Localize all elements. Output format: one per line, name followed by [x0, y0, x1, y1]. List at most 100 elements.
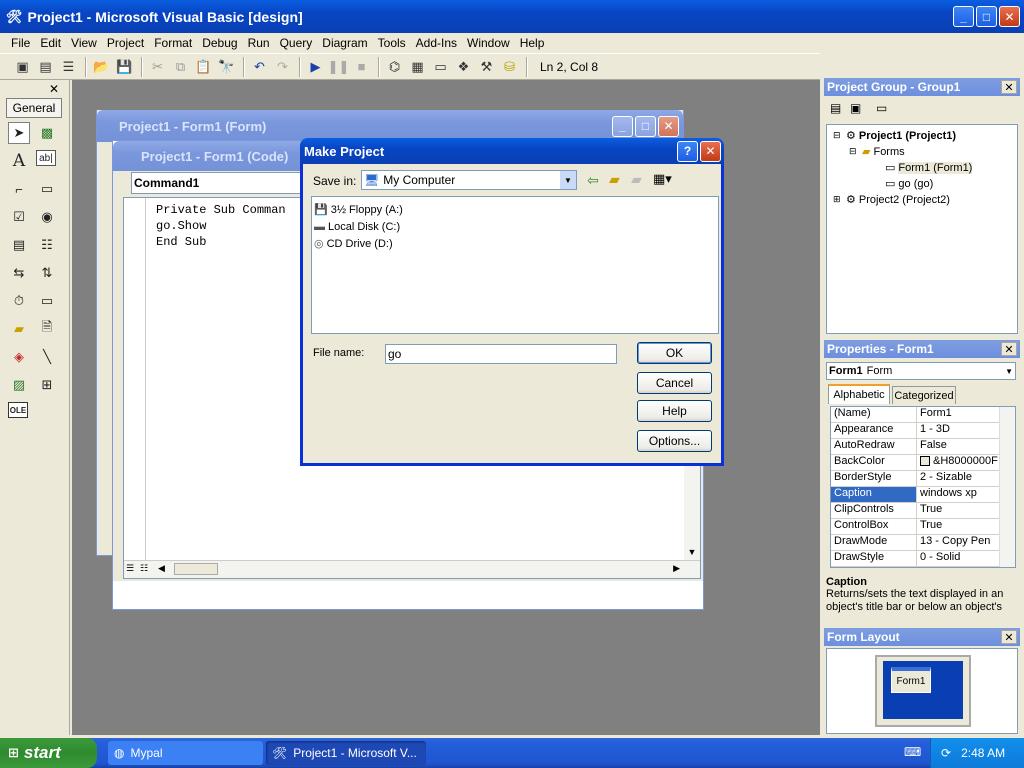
property-grid[interactable]: (Name) Form1 Appearance 1 - 3D AutoRedraw F…	[830, 406, 1016, 568]
image-icon[interactable]: ▨	[8, 374, 30, 396]
form-maximize-button[interactable]: □	[635, 115, 656, 137]
dialog-help-button[interactable]: ?	[677, 140, 698, 162]
property-row[interactable]: (Name) Form1	[831, 407, 1015, 423]
line-icon[interactable]: ╲	[36, 346, 58, 368]
property-row[interactable]: DrawMode 13 - Copy Pen	[831, 535, 1015, 551]
view-code-icon[interactable]: ▤	[830, 101, 850, 115]
form-layout-close-icon[interactable]: ✕	[1001, 630, 1017, 644]
tree-item-go[interactable]: ▭ go (go)	[885, 177, 933, 191]
collapse-icon[interactable]: ⊟	[849, 146, 859, 157]
file-list[interactable]: 💾 3½ Floppy (A:) ▬ Local Disk (C:) ◎ CD …	[311, 196, 719, 334]
toggle-folders-icon[interactable]: ▭	[876, 101, 896, 115]
network-icon[interactable]: ⟳	[941, 746, 951, 760]
options-button[interactable]: Options...	[637, 430, 712, 452]
toolbox-close-icon[interactable]: ✕	[47, 82, 61, 96]
end-icon[interactable]: ■	[351, 56, 372, 77]
project-explorer-icon[interactable]: ⌬	[384, 56, 405, 77]
data-icon[interactable]: ⊞	[36, 374, 58, 396]
property-row[interactable]: AutoRedraw False	[831, 439, 1015, 455]
object-dropdown[interactable]: Command1	[131, 172, 311, 194]
start-icon[interactable]: ▶	[305, 56, 326, 77]
shape-icon[interactable]: ◈	[8, 346, 30, 368]
menu-run[interactable]: Run	[243, 36, 275, 50]
combobox-icon[interactable]: ▤	[8, 234, 30, 256]
file-name-input[interactable]: go	[385, 344, 617, 364]
picturebox-icon[interactable]: ▩	[36, 122, 58, 144]
clock[interactable]: 2:48 AM	[961, 746, 1005, 760]
expand-icon[interactable]: ⊞	[833, 194, 843, 205]
back-icon[interactable]: ⇦	[587, 172, 599, 189]
main-title-bar[interactable]: 🛠 Project1 - Microsoft Visual Basic [des…	[0, 0, 1024, 33]
view-menu-icon[interactable]: ▦▾	[653, 171, 672, 187]
form-minimize-button[interactable]: _	[612, 115, 633, 137]
keyboard-icon[interactable]: ⌨	[904, 745, 921, 759]
scroll-left-arrow[interactable]: ◀	[158, 563, 165, 574]
properties-window-icon[interactable]: ▦	[407, 56, 428, 77]
menu-window[interactable]: Window	[462, 36, 515, 50]
form-close-button[interactable]: ✕	[658, 115, 679, 137]
scroll-down-arrow[interactable]: ▼	[684, 544, 700, 560]
menu-edit[interactable]: Edit	[35, 36, 66, 50]
tree-item-project1[interactable]: ⊟ ⚙ Project1 (Project1)	[833, 129, 956, 143]
pointer-icon[interactable]: ➤	[8, 122, 30, 144]
ok-button[interactable]: OK	[637, 342, 712, 364]
up-folder-icon[interactable]: ▰	[609, 171, 620, 188]
textbox-icon[interactable]: ab|	[36, 150, 56, 166]
add-project-icon[interactable]: ▣	[12, 56, 33, 77]
taskbar-item-mypal[interactable]: ◍ Mypal	[108, 741, 263, 765]
list-item[interactable]: 💾 3½ Floppy (A:)	[314, 201, 716, 218]
view-object-icon[interactable]: ▣	[850, 101, 870, 115]
hscrollbar-icon[interactable]: ⇆	[8, 262, 30, 284]
help-button[interactable]: Help	[637, 400, 712, 422]
ole-icon[interactable]: OLE	[8, 402, 28, 418]
label-icon[interactable]: A	[8, 150, 30, 172]
object-selector[interactable]: Form1 Form ▼	[826, 362, 1016, 380]
property-row[interactable]: ControlBox True	[831, 519, 1015, 535]
tree-item-project2[interactable]: ⊞ ⚙ Project2 (Project2)	[833, 193, 950, 207]
project-tree[interactable]: ⊟ ⚙ Project1 (Project1) ⊟ ▰ Forms ▭ Form…	[826, 124, 1018, 334]
toolbox-tab-general[interactable]: General	[6, 98, 62, 118]
vscrollbar-icon[interactable]: ⇅	[36, 262, 58, 284]
drivelistbox-icon[interactable]: ▭	[36, 290, 58, 312]
menu-add-ins[interactable]: Add-Ins	[411, 36, 462, 50]
menu-diagram[interactable]: Diagram	[317, 36, 372, 50]
dialog-title-bar[interactable]: Make Project ? ✕	[300, 138, 724, 164]
property-row[interactable]: BackColor &H8000000F	[831, 455, 1015, 471]
property-row[interactable]: ClipControls True	[831, 503, 1015, 519]
cut-icon[interactable]: ✂	[147, 56, 168, 77]
break-icon[interactable]: ❚❚	[328, 56, 350, 77]
menu-file[interactable]: File	[6, 36, 35, 50]
scroll-right-arrow[interactable]: ▶	[673, 563, 680, 574]
menu-tools[interactable]: Tools	[373, 36, 411, 50]
filelistbox-icon[interactable]: 🗎	[36, 318, 58, 340]
procedure-view-icon[interactable]: ☰	[126, 563, 134, 574]
tree-item-forms[interactable]: ⊟ ▰ Forms	[849, 145, 905, 159]
menu-editor-icon[interactable]: ☰	[58, 56, 79, 77]
toolbox-icon[interactable]: ⚒	[476, 56, 497, 77]
checkbox-icon[interactable]: ☑	[8, 206, 30, 228]
chevron-down-icon[interactable]: ▼	[1005, 367, 1013, 376]
form-layout-icon[interactable]: ▭	[430, 56, 451, 77]
property-row-selected[interactable]: Caption windows xp	[831, 487, 1015, 503]
save-project-icon[interactable]: 💾	[114, 56, 135, 77]
dirlistbox-icon[interactable]: ▰	[8, 318, 30, 340]
property-row[interactable]: Appearance 1 - 3D	[831, 423, 1015, 439]
maximize-button[interactable]: □	[976, 6, 997, 27]
property-row[interactable]: DrawStyle 0 - Solid	[831, 551, 1015, 567]
minimize-button[interactable]: _	[953, 6, 974, 27]
commandbutton-icon[interactable]: ▭	[36, 178, 58, 200]
full-module-view-icon[interactable]: ☷	[140, 563, 148, 574]
new-folder-icon[interactable]: ▰	[631, 171, 642, 188]
menu-project[interactable]: Project	[102, 36, 149, 50]
listbox-icon[interactable]: ☷	[36, 234, 58, 256]
list-item[interactable]: ▬ Local Disk (C:)	[314, 218, 716, 235]
property-grid-scrollbar[interactable]	[999, 407, 1015, 567]
timer-icon[interactable]: ⏱	[8, 290, 30, 312]
open-project-icon[interactable]: 📂	[91, 56, 112, 77]
tab-alphabetic[interactable]: Alphabetic	[828, 384, 890, 404]
redo-icon[interactable]: ↷	[272, 56, 293, 77]
chevron-down-icon[interactable]: ▼	[560, 171, 576, 189]
start-button[interactable]: ⊞ start	[0, 738, 97, 768]
horizontal-scrollbar[interactable]: ☰ ☷ ◀ ▶	[124, 560, 700, 578]
project-explorer-close-icon[interactable]: ✕	[1001, 80, 1017, 94]
